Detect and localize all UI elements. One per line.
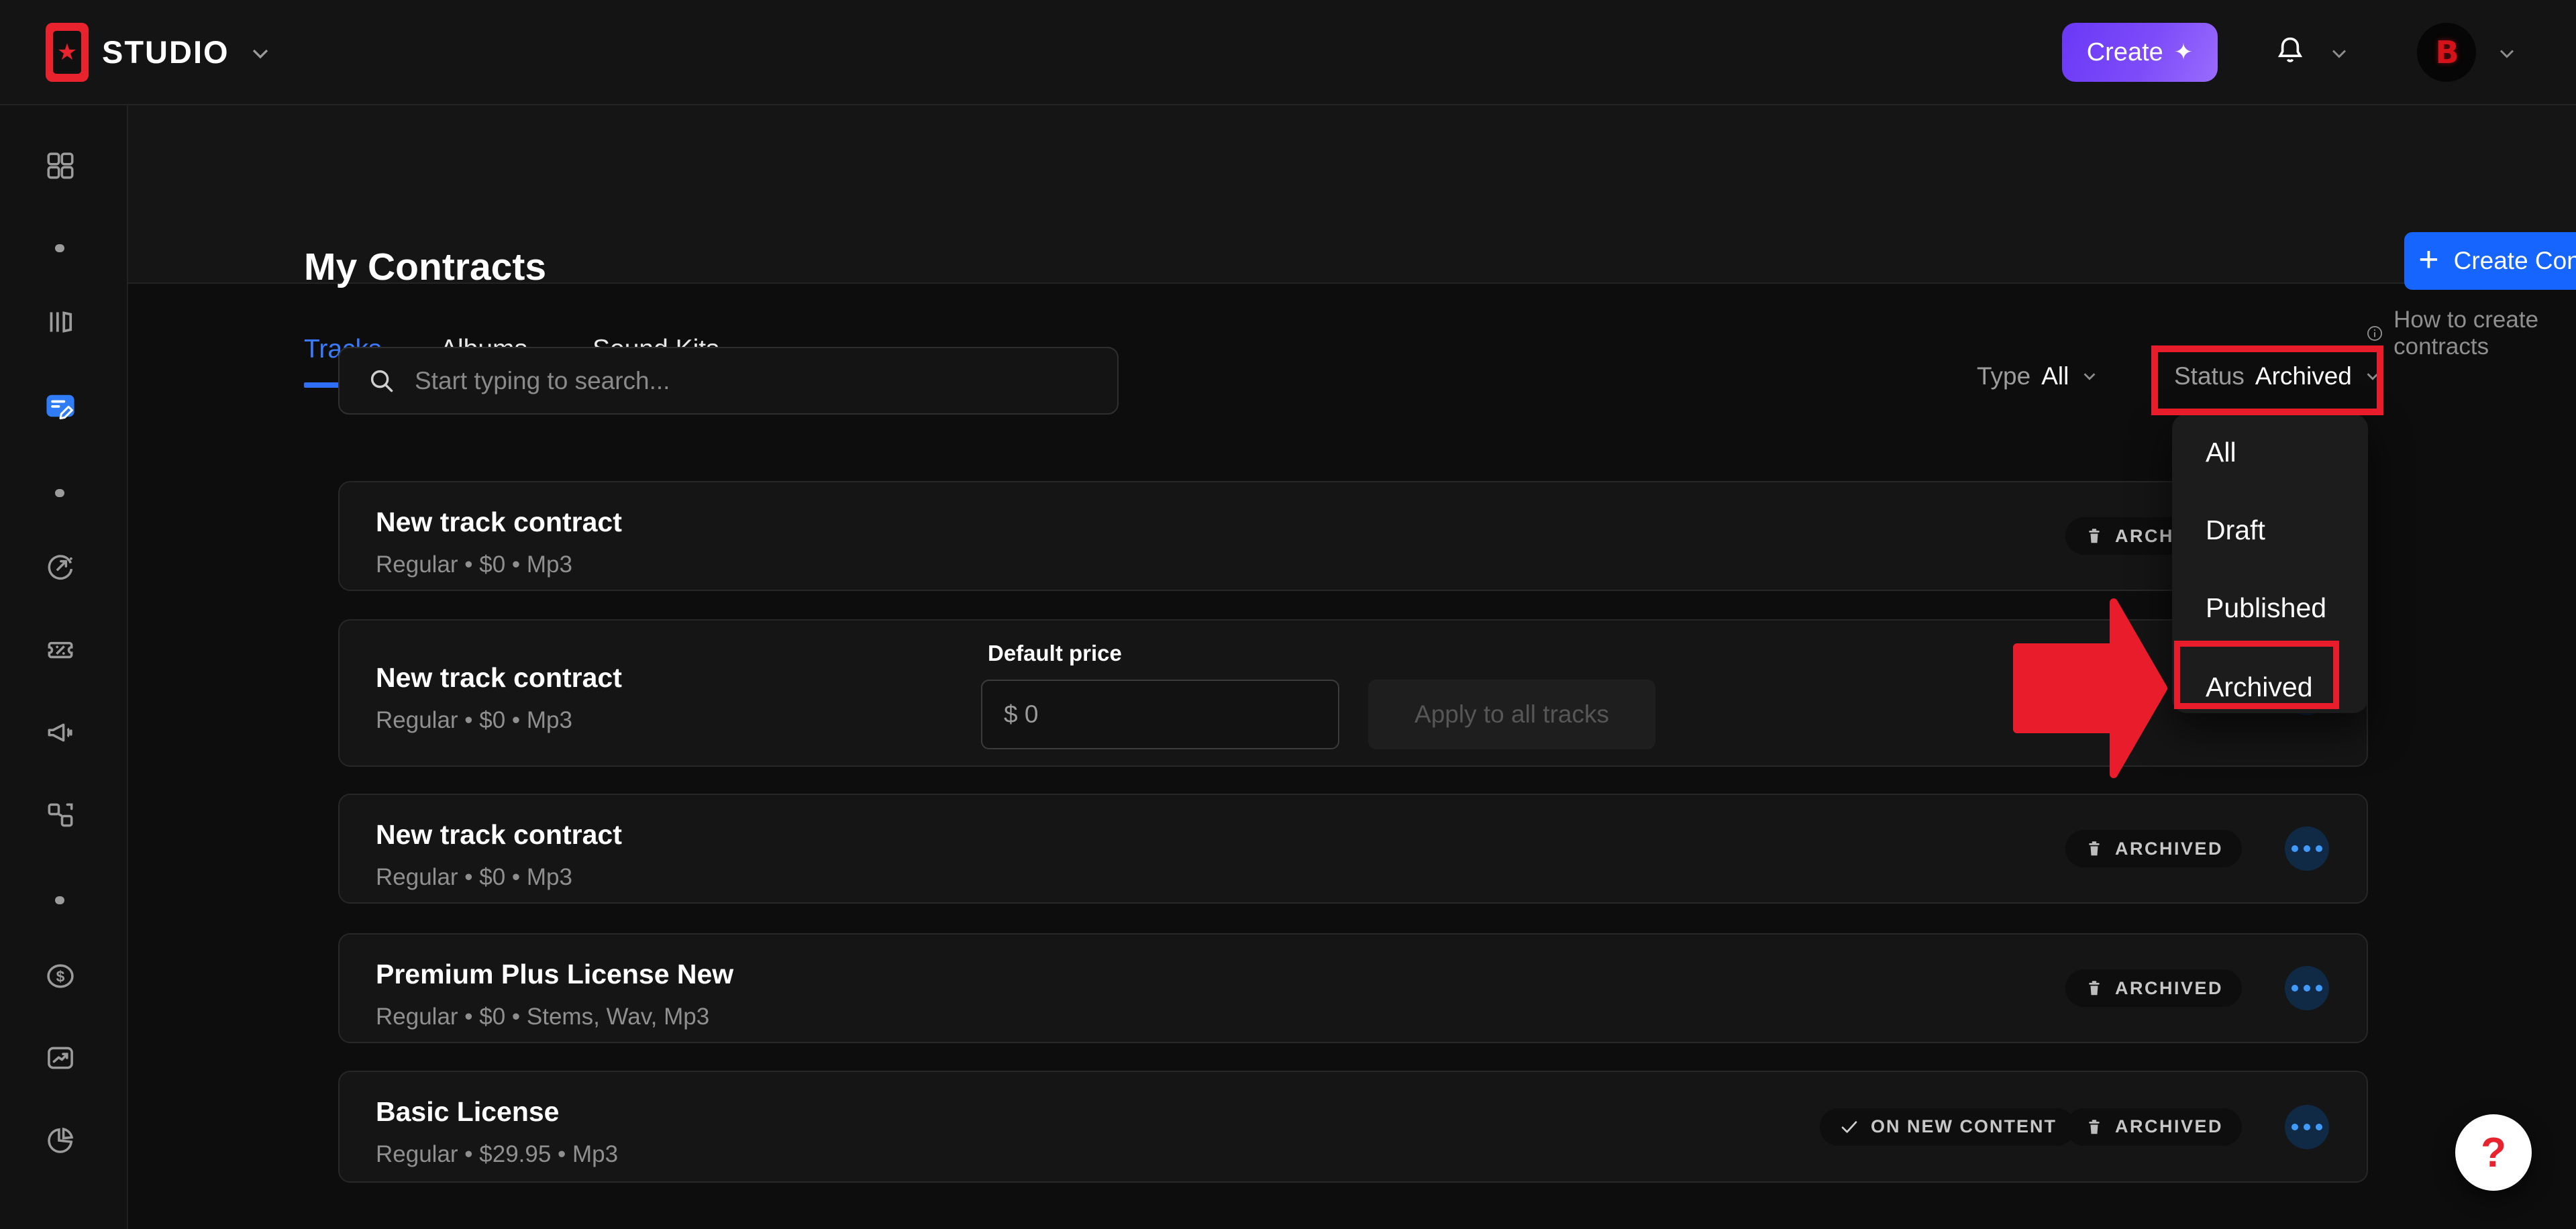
account-chevron-down-icon[interactable] xyxy=(2495,42,2519,66)
default-price-input[interactable] xyxy=(981,680,1339,749)
contract-subtitle: Regular • $0 • Mp3 xyxy=(376,551,572,578)
beatstars-logo-icon[interactable]: ★ xyxy=(46,23,89,82)
status-filter-dropdown[interactable]: Status Archived xyxy=(2174,362,2383,390)
status-dropdown-menu: All Draft Published Archived xyxy=(2172,414,2368,713)
svg-text:$: $ xyxy=(56,967,65,985)
contract-subtitle: Regular • $0 • Stems, Wav, Mp3 xyxy=(376,1004,709,1030)
app-window: ★ STUDIO Create ✦ B xyxy=(0,0,2576,1229)
default-price-label: Default price xyxy=(988,641,1122,666)
logo-star-icon: ★ xyxy=(57,41,77,64)
on-new-content-badge: ON NEW CONTENT xyxy=(1820,1108,2075,1146)
brand-chevron-down-icon[interactable] xyxy=(247,40,274,67)
analytics-trend-icon[interactable] xyxy=(43,1040,78,1075)
contracts-icon-active[interactable] xyxy=(43,388,78,423)
studio-brand-title: STUDIO xyxy=(102,34,229,70)
notifications-bell-icon[interactable] xyxy=(2271,32,2310,72)
reports-pie-icon[interactable] xyxy=(43,1123,78,1158)
nav-dot-icon[interactable] xyxy=(55,489,64,497)
user-avatar[interactable]: B xyxy=(2417,23,2476,82)
goals-clock-icon[interactable] xyxy=(43,549,78,584)
promote-megaphone-icon[interactable] xyxy=(43,715,78,750)
integrations-link-icon[interactable] xyxy=(43,798,78,833)
page-title: My Contracts xyxy=(304,245,546,289)
top-bar: ★ STUDIO Create ✦ B xyxy=(0,0,2576,105)
check-icon xyxy=(1839,1116,1860,1138)
chevron-down-icon xyxy=(2363,366,2383,386)
type-filter-dropdown[interactable]: Type All xyxy=(1977,362,2100,390)
create-contract-button[interactable]: + Create Contract xyxy=(2404,232,2576,290)
contract-row[interactable]: Basic License Regular • $29.95 • Mp3 ON … xyxy=(338,1071,2368,1183)
row-more-options-button[interactable] xyxy=(2285,826,2329,871)
coupon-ticket-icon[interactable] xyxy=(43,633,78,667)
nav-dot-icon[interactable] xyxy=(55,896,64,904)
nav-dot-icon[interactable] xyxy=(55,244,64,252)
contract-subtitle: Regular • $29.95 • Mp3 xyxy=(376,1141,618,1168)
contract-row[interactable]: Premium Plus License New Regular • $0 • … xyxy=(338,933,2368,1043)
contract-subtitle: Regular • $0 • Mp3 xyxy=(376,707,572,734)
sparkle-icon: ✦ xyxy=(2174,41,2194,64)
payments-dollar-icon[interactable]: $ xyxy=(43,959,78,994)
trash-icon xyxy=(2084,978,2104,998)
create-button[interactable]: Create ✦ xyxy=(2062,23,2218,82)
contract-title: New track contract xyxy=(376,506,622,538)
notifications-chevron-down-icon[interactable] xyxy=(2327,42,2351,66)
how-to-create-contracts-link[interactable]: How to create contracts xyxy=(2365,307,2576,360)
help-button[interactable]: ? xyxy=(2455,1114,2532,1191)
status-option-draft[interactable]: Draft xyxy=(2206,515,2265,546)
search-icon xyxy=(366,366,397,396)
contract-title: New track contract xyxy=(376,819,622,851)
info-icon xyxy=(2365,321,2384,346)
status-option-archived[interactable]: Archived xyxy=(2206,672,2313,703)
search-box xyxy=(338,347,1119,415)
contract-title: Basic License xyxy=(376,1096,560,1128)
archived-status-badge: ARCHIVED xyxy=(2065,1108,2242,1146)
dashboard-grid-icon[interactable] xyxy=(43,148,78,183)
contract-row[interactable]: New track contract Regular • $0 • Mp3 AR… xyxy=(338,481,2368,591)
row-more-options-button[interactable] xyxy=(2285,1105,2329,1149)
contract-title: New track contract xyxy=(376,662,622,694)
status-option-all[interactable]: All xyxy=(2206,437,2236,468)
archived-status-badge: ARCHIVED xyxy=(2065,969,2242,1007)
chevron-down-icon xyxy=(2079,366,2100,386)
avatar-brand-glyph: B xyxy=(2435,34,2457,70)
trash-icon xyxy=(2084,1117,2104,1137)
apply-to-all-tracks-button[interactable]: Apply to all tracks xyxy=(1368,680,1655,749)
trash-icon xyxy=(2084,526,2104,546)
status-option-published[interactable]: Published xyxy=(2206,592,2326,624)
library-stack-icon[interactable] xyxy=(43,305,78,339)
contract-title: Premium Plus License New xyxy=(376,959,733,990)
contract-subtitle: Regular • $0 • Mp3 xyxy=(376,864,572,891)
left-sidebar-nav: $ xyxy=(0,105,128,1229)
contract-row-expanded[interactable]: New track contract Regular • $0 • Mp3 De… xyxy=(338,619,2368,767)
archived-status-badge: ARCHIVED xyxy=(2065,830,2242,867)
contract-row[interactable]: New track contract Regular • $0 • Mp3 AR… xyxy=(338,794,2368,904)
search-input[interactable] xyxy=(415,367,1019,395)
page-header: My Contracts Tracks Albums Sound Kits + … xyxy=(128,105,2576,284)
row-more-options-button[interactable] xyxy=(2285,966,2329,1010)
trash-icon xyxy=(2084,839,2104,859)
